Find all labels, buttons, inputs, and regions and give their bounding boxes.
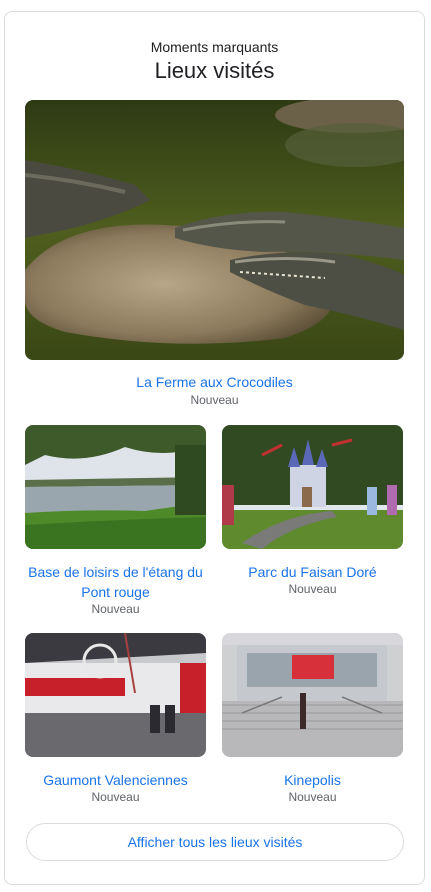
place-name: Base de loisirs de l'étang du Pont rouge xyxy=(28,564,203,600)
place-tile-gaumont-valenciennes[interactable]: Gaumont Valenciennes Nouveau xyxy=(25,633,206,809)
place-name: Gaumont Valenciennes xyxy=(43,772,188,788)
place-tile-pont-rouge[interactable]: Base de loisirs de l'étang du Pont rouge… xyxy=(25,425,206,621)
place-tile-kinepolis[interactable]: Kinepolis Nouveau xyxy=(222,633,403,809)
place-tile-crocodile-farm[interactable]: La Ferme aux Crocodiles Nouveau xyxy=(25,100,404,410)
place-status: Nouveau xyxy=(190,393,239,407)
show-all-visited-places-button[interactable]: Afficher tous les lieux visités xyxy=(26,823,404,861)
card-eyebrow: Moments marquants xyxy=(150,39,279,55)
place-status: Nouveau xyxy=(288,790,337,804)
place-tile-faisan-dore[interactable]: Parc du Faisan Doré Nouveau xyxy=(222,425,403,601)
lake-photo xyxy=(25,425,206,549)
place-name: La Ferme aux Crocodiles xyxy=(136,374,293,390)
cinema-lobby-photo xyxy=(25,633,206,757)
place-name: Parc du Faisan Doré xyxy=(248,564,377,580)
place-status: Nouveau xyxy=(91,602,140,616)
cinema-building-photo xyxy=(222,633,403,757)
place-status: Nouveau xyxy=(91,790,140,804)
crocodiles-photo xyxy=(25,100,404,360)
visited-places-card: Moments marquants Lieux visités La Ferme… xyxy=(4,11,425,885)
castle-park-photo xyxy=(222,425,403,549)
place-name: Kinepolis xyxy=(284,772,341,788)
card-title: Lieux visités xyxy=(154,58,275,83)
place-status: Nouveau xyxy=(288,582,337,596)
